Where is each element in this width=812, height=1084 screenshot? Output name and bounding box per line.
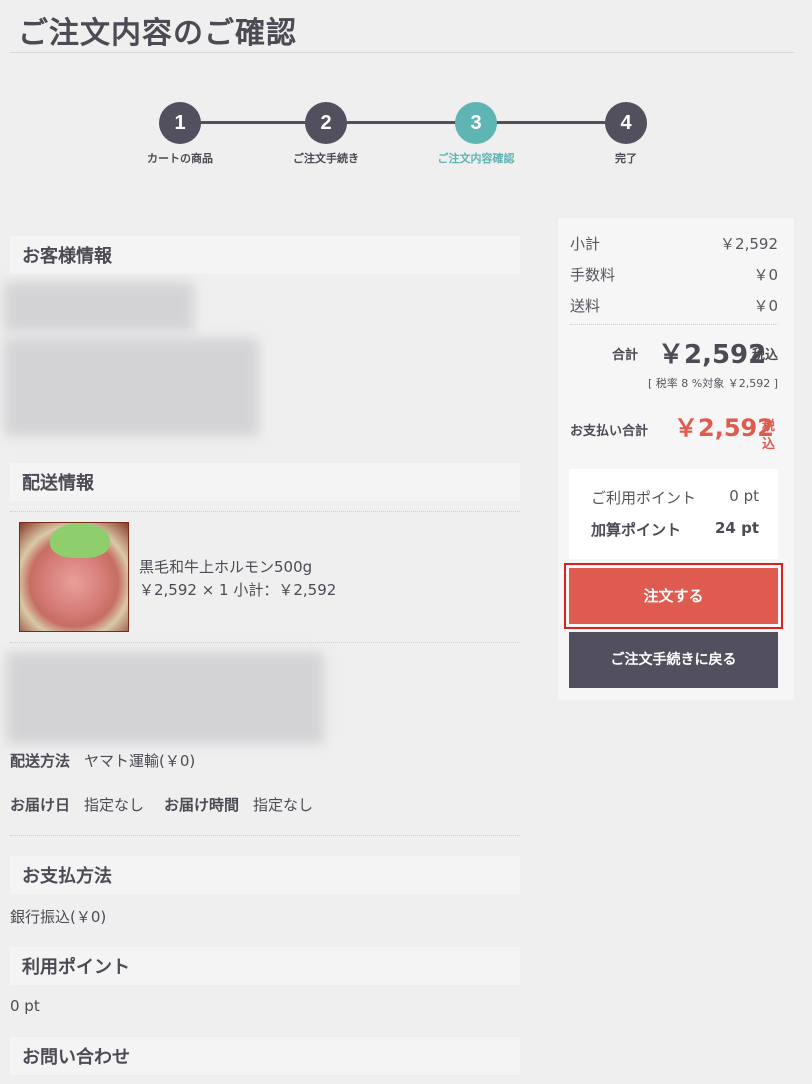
payment-method-heading: お支払方法 [10,856,520,894]
order-summary: 小計 ￥2,592 手数料 ￥0 送料 ￥0 合計 ￥2,592 税込 [ 税率… [558,218,794,700]
divider [10,511,520,512]
added-points-label: 加算ポイント [591,521,682,539]
shipping-method-value: ヤマト運輸(￥0) [84,752,196,770]
step-label: ご注文手続き [293,152,359,165]
delivery-time-label: お届け時間 [164,796,240,814]
divider [570,324,778,325]
shipping-fee-row: 送料 ￥0 [570,295,778,316]
step-label: ご注文内容確認 [437,152,515,165]
payment-total-row: お支払い合計 ￥2,592 税込 [570,408,780,462]
step-label: 完了 [615,152,637,165]
step-number: 4 [605,102,647,144]
added-points-amount: 24 pt [714,519,759,537]
product-name: 黒毛和牛上ホルモン500g [139,558,313,576]
inquiry-heading: お問い合わせ [10,1037,520,1075]
shipping-info-heading: 配送情報 [10,463,520,501]
points-box: ご利用ポイント 0 pt 加算ポイント 24 pt [569,469,778,559]
payment-total-tax-label: 税込 [762,419,776,452]
tax-note: [ 税率 8 %対象 ￥2,592 ] [647,377,778,390]
back-to-procedure-button[interactable]: ご注文手続きに戻る [569,632,778,688]
used-points-label: ご利用ポイント [591,489,697,507]
total-value: ￥2,592 [658,340,767,370]
fee-value: ￥0 [753,266,778,284]
shipping-address-redacted [6,652,324,744]
divider [10,835,520,836]
checkout-steps: 1 カートの商品 2 ご注文手続き 3 ご注文内容確認 4 完了 [125,102,665,172]
used-points-amount: 0 pt [729,487,759,505]
payment-method-value: 銀行振込(￥0) [10,908,107,926]
payment-total-value: ￥2,592 [674,414,774,442]
steps-connector [177,121,627,124]
customer-info-heading: お客様情報 [10,236,520,274]
order-button-focus-ring: 注文する [564,563,783,629]
subtotal-label: 小計 [570,235,601,253]
product-image [19,522,129,632]
step-number: 2 [305,102,347,144]
step-number: 1 [159,102,201,144]
customer-info-redacted [4,282,194,332]
place-order-button[interactable]: 注文する [569,568,778,624]
customer-contact-redacted [4,338,259,436]
fee-row: 手数料 ￥0 [570,264,778,285]
subtotal-value: ￥2,592 [720,235,778,253]
product-price: ￥2,592 × 1 小計：￥2,592 [139,581,337,599]
total-row: 合計 ￥2,592 税込 [570,334,778,370]
delivery-date-value: 指定なし [84,796,145,814]
payment-total-label: お支払い合計 [570,424,649,439]
step-confirm: 3 ご注文内容確認 [421,102,531,166]
step-label: カートの商品 [147,152,213,165]
step-complete: 4 完了 [571,102,681,166]
shipping-method-label: 配送方法 [10,752,71,770]
delivery-date-row: お届け日 指定なし お届け時間 指定なし [10,794,313,815]
total-label: 合計 [612,348,639,363]
total-tax-label: 税込 [751,348,778,363]
used-points-heading: 利用ポイント [10,947,520,985]
subtotal-row: 小計 ￥2,592 [570,233,778,254]
delivery-time-value: 指定なし [253,796,314,814]
step-procedure: 2 ご注文手続き [271,102,381,166]
shipping-fee-label: 送料 [570,297,601,315]
delivery-date-label: お届け日 [10,796,71,814]
divider [10,642,520,643]
used-points-value: 0 pt [10,997,40,1015]
added-points-row: 加算ポイント 24 pt [591,519,759,540]
page-title: ご注文内容のご確認 [10,0,794,53]
shipping-fee-value: ￥0 [753,297,778,315]
step-cart: 1 カートの商品 [125,102,235,166]
step-number: 3 [455,102,497,144]
shipping-method-row: 配送方法 ヤマト運輸(￥0) [10,750,195,771]
used-points-row: ご利用ポイント 0 pt [591,487,759,508]
fee-label: 手数料 [570,266,616,284]
